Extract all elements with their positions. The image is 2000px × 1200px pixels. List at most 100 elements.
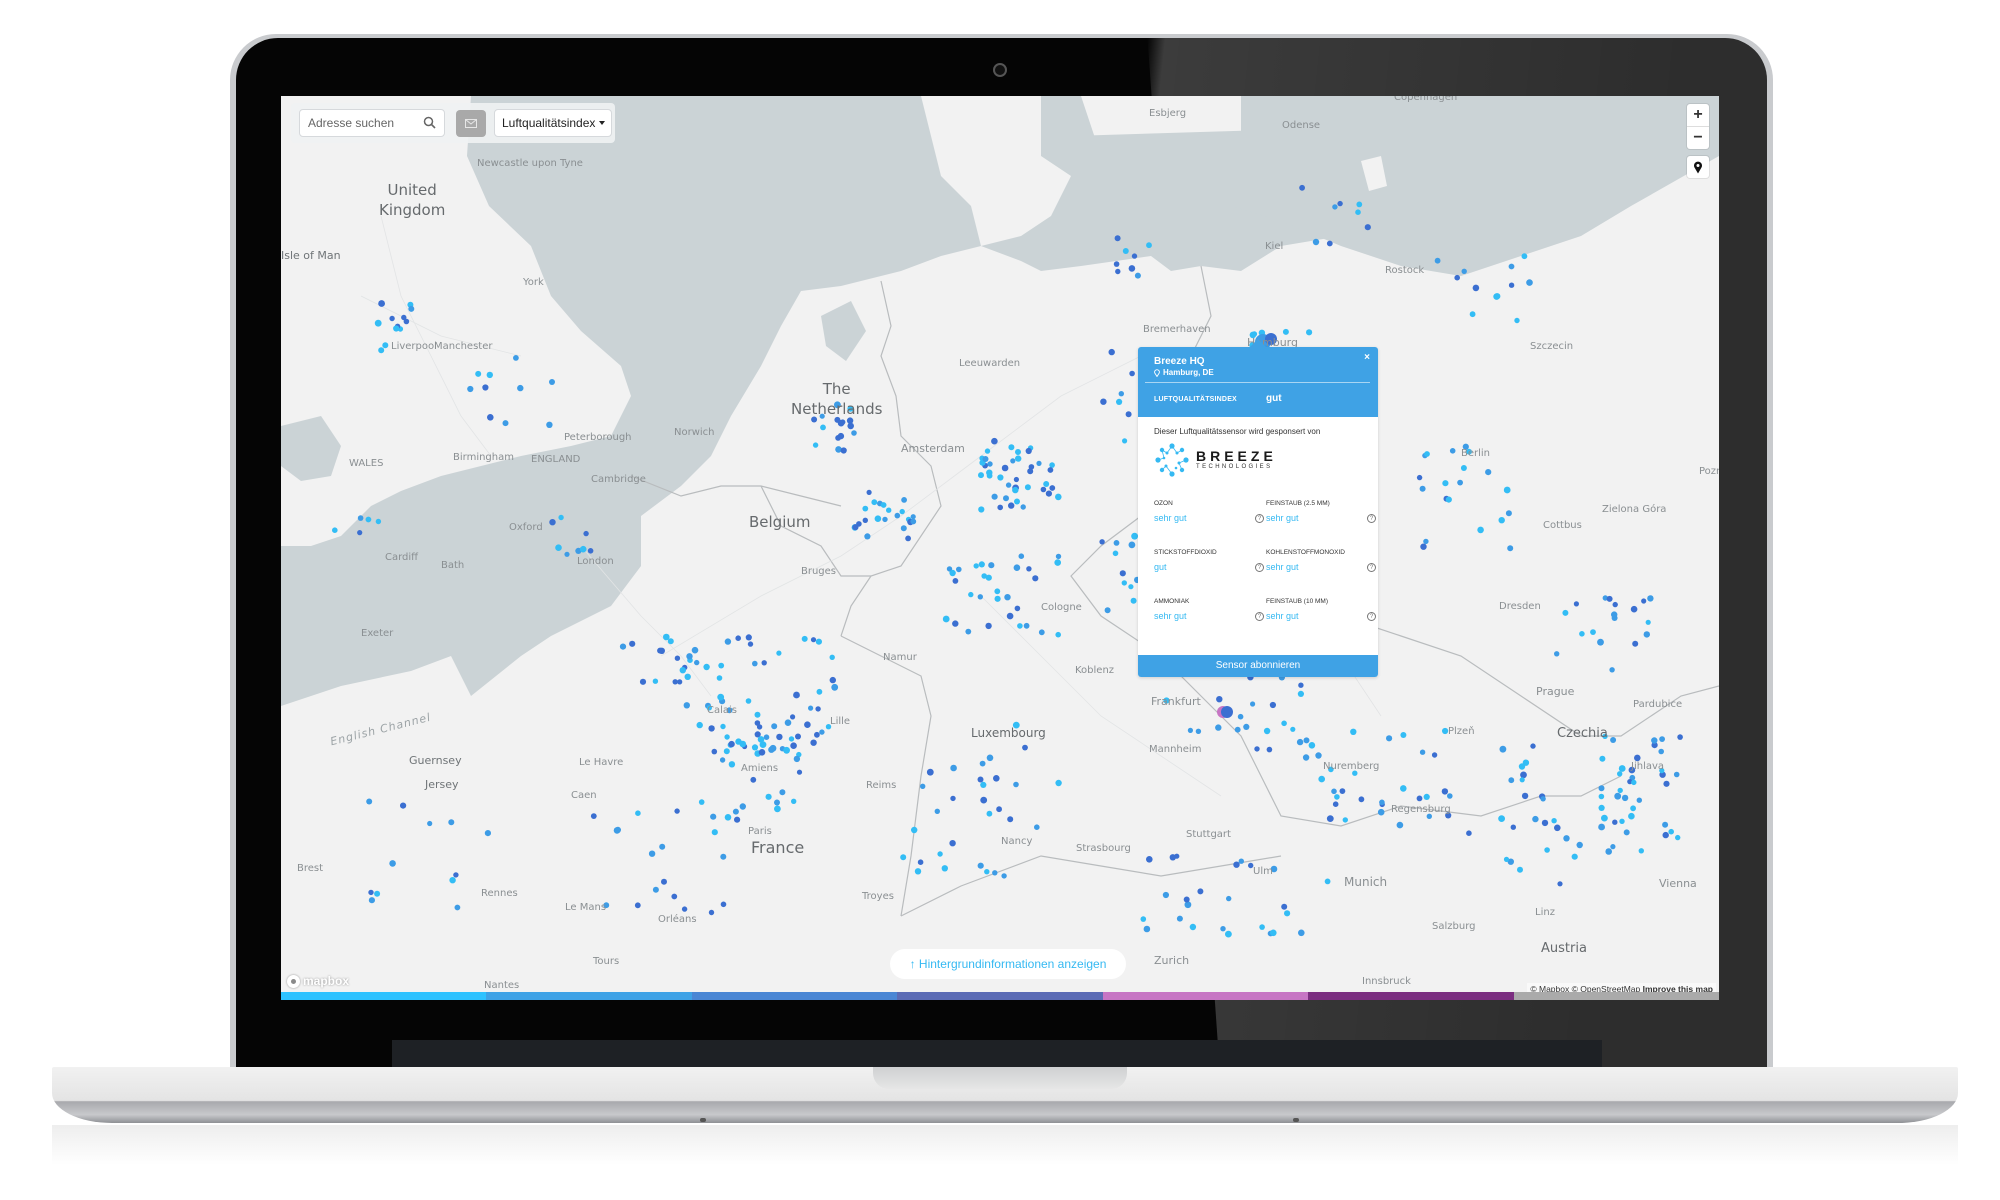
- sensor-dot[interactable]: [1416, 474, 1423, 481]
- sensor-dot[interactable]: [698, 799, 705, 805]
- sensor-dot[interactable]: [1457, 479, 1463, 486]
- sensor-dot[interactable]: [1226, 895, 1232, 902]
- subscribe-sensor-button[interactable]: Sensor abonnieren: [1138, 655, 1378, 677]
- sensor-dot[interactable]: [765, 793, 772, 800]
- sensor-dot[interactable]: [814, 731, 820, 738]
- sensor-dot[interactable]: [866, 489, 872, 495]
- sensor-dot[interactable]: [1379, 799, 1385, 806]
- sensor-dot[interactable]: [1184, 901, 1192, 909]
- sensor-dot[interactable]: [674, 655, 681, 661]
- sensor-dot[interactable]: [1675, 834, 1681, 841]
- sensor-dot[interactable]: [1331, 788, 1337, 795]
- sensor-dot[interactable]: [1498, 815, 1505, 822]
- close-icon[interactable]: ×: [1364, 352, 1370, 363]
- sensor-dot[interactable]: [672, 679, 678, 685]
- sensor-dot[interactable]: [1647, 595, 1654, 602]
- sensor-dot[interactable]: [1197, 888, 1204, 895]
- sensor-dot[interactable]: [1017, 623, 1023, 629]
- help-icon[interactable]: ?: [1367, 612, 1376, 621]
- sensor-dot[interactable]: [710, 813, 717, 820]
- sensor-dot[interactable]: [819, 729, 825, 735]
- sensor-dot[interactable]: [1663, 780, 1670, 787]
- sensor-dot[interactable]: [810, 637, 817, 643]
- sensor-dot[interactable]: [1396, 821, 1404, 829]
- sensor-dot[interactable]: [1621, 794, 1629, 802]
- sensor-dot[interactable]: [1234, 726, 1241, 733]
- sensor-dot[interactable]: [720, 901, 727, 908]
- sensor-dot[interactable]: [1609, 667, 1615, 673]
- sensor-dot[interactable]: [993, 775, 1000, 782]
- sensor-dot[interactable]: [724, 638, 732, 645]
- sensor-dot[interactable]: [1008, 444, 1015, 451]
- sensor-dot[interactable]: [1116, 398, 1123, 405]
- sensor-dot[interactable]: [1630, 805, 1636, 812]
- sensor-dot[interactable]: [1281, 720, 1287, 727]
- sensor-dot[interactable]: [378, 347, 385, 354]
- sensor-dot[interactable]: [1554, 651, 1560, 657]
- sensor-dot[interactable]: [502, 420, 509, 427]
- sensor-dot[interactable]: [851, 430, 857, 436]
- sensor-dot[interactable]: [1517, 866, 1523, 873]
- sensor-dot[interactable]: [882, 516, 888, 523]
- sensor-dot[interactable]: [754, 711, 761, 718]
- sensor-dot[interactable]: [1115, 268, 1121, 275]
- sensor-dot[interactable]: [1112, 550, 1119, 557]
- sensor-dot[interactable]: [1055, 553, 1062, 560]
- sensor-dot[interactable]: [564, 551, 570, 557]
- sensor-dot[interactable]: [667, 638, 674, 645]
- sensor-dot[interactable]: [977, 776, 984, 783]
- sensor-dot[interactable]: [1617, 771, 1623, 777]
- sensor-dot[interactable]: [1100, 398, 1107, 405]
- sensor-dot[interactable]: [1469, 311, 1476, 318]
- sensor-dot[interactable]: [389, 860, 396, 867]
- sensor-dot[interactable]: [1618, 765, 1626, 772]
- sensor-dot[interactable]: [997, 504, 1003, 511]
- sensor-dot[interactable]: [1036, 460, 1042, 466]
- sensor-dot[interactable]: [1571, 853, 1578, 860]
- sensor-dot[interactable]: [1022, 744, 1028, 751]
- mapbox-logo[interactable]: mapbox: [287, 974, 349, 988]
- sensor-dot[interactable]: [1027, 468, 1034, 475]
- sensor-dot[interactable]: [1579, 631, 1585, 637]
- sensor-dot[interactable]: [756, 724, 763, 730]
- sensor-dot[interactable]: [1358, 796, 1365, 803]
- sensor-dot[interactable]: [1342, 817, 1349, 823]
- sensor-dot[interactable]: [1590, 629, 1596, 635]
- sensor-dot[interactable]: [1049, 485, 1056, 491]
- sensor-dot[interactable]: [1466, 830, 1472, 836]
- index-select[interactable]: Luftqualitätsindex: [494, 109, 612, 137]
- sensor-dot[interactable]: [979, 760, 986, 767]
- sensor-dot[interactable]: [886, 507, 892, 513]
- sensor-dot[interactable]: [1318, 775, 1325, 783]
- sensor-dot[interactable]: [517, 384, 524, 392]
- sensor-dot[interactable]: [1419, 485, 1426, 492]
- sensor-dot[interactable]: [1449, 448, 1456, 454]
- sensor-dot[interactable]: [788, 736, 795, 742]
- sensor-dot[interactable]: [1162, 891, 1169, 899]
- sensor-dot[interactable]: [1485, 469, 1492, 476]
- sensor-dot[interactable]: [1128, 265, 1136, 272]
- sensor-dot[interactable]: [1113, 261, 1120, 267]
- sensor-dot[interactable]: [815, 706, 821, 712]
- sensor-dot[interactable]: [934, 808, 940, 814]
- sensor-dot[interactable]: [1005, 482, 1012, 488]
- address-search[interactable]: [299, 109, 445, 137]
- sensor-dot[interactable]: [980, 796, 988, 804]
- sensor-dot[interactable]: [1551, 818, 1557, 824]
- sensor-dot[interactable]: [375, 518, 382, 525]
- sensor-dot[interactable]: [1519, 777, 1525, 783]
- sensor-dot[interactable]: [629, 640, 636, 647]
- sensor-dot[interactable]: [1297, 690, 1304, 698]
- sensor-dot[interactable]: [1386, 735, 1393, 742]
- sensor-dot[interactable]: [1014, 498, 1020, 505]
- sensor-dot[interactable]: [965, 628, 972, 635]
- sensor-dot[interactable]: [917, 859, 924, 865]
- help-icon[interactable]: ?: [1255, 612, 1264, 621]
- help-icon[interactable]: ?: [1255, 563, 1264, 572]
- sensor-dot[interactable]: [1215, 724, 1222, 731]
- zoom-in-button[interactable]: +: [1687, 104, 1709, 126]
- sensor-dot-highlighted[interactable]: [1221, 706, 1233, 718]
- sensor-dot[interactable]: [1130, 597, 1137, 604]
- sensor-dot[interactable]: [1339, 788, 1346, 794]
- sensor-dot[interactable]: [694, 659, 700, 666]
